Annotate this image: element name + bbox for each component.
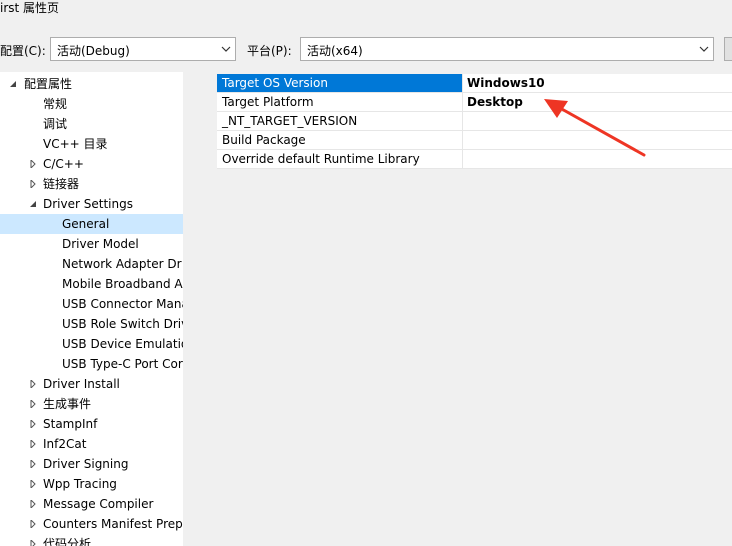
tree-item-label: 配置属性 bbox=[24, 77, 73, 91]
tree-item[interactable]: General bbox=[0, 214, 183, 234]
tree-item-label: USB Role Switch Driv bbox=[62, 317, 184, 331]
tree-item-label: Counters Manifest Prepr bbox=[43, 517, 184, 531]
property-value[interactable] bbox=[463, 150, 467, 168]
property-value[interactable]: Desktop bbox=[463, 93, 523, 111]
tree-item-label: Driver Install bbox=[43, 377, 120, 391]
configuration-combo[interactable]: 活动(Debug) bbox=[50, 37, 236, 61]
property-tree[interactable]: 配置属性常规调试 VC++ 目录 C/C++ 链接器 Driver Settings Ge… bbox=[0, 72, 184, 546]
tree-item[interactable]: 常规 bbox=[0, 94, 183, 114]
property-row[interactable]: Target Platform Desktop bbox=[217, 93, 732, 112]
tree-item-label: Mobile Broadband A bbox=[62, 277, 183, 291]
property-grid: Target OS Version Windows10 Target Platfor… bbox=[197, 74, 732, 546]
tree-item[interactable]: Wpp Tracing bbox=[0, 474, 183, 494]
collapsed-arrow-icon[interactable] bbox=[29, 520, 37, 528]
tree-item[interactable]: Network Adapter Dr bbox=[0, 254, 183, 274]
tree-item[interactable]: VC++ 目录 bbox=[0, 134, 183, 154]
tree-item[interactable]: Message Compiler bbox=[0, 494, 183, 514]
tree-item[interactable]: Driver Settings bbox=[0, 194, 183, 214]
tree-item[interactable]: 代码分析 bbox=[0, 534, 183, 546]
property-value[interactable] bbox=[463, 112, 467, 130]
tree-item[interactable]: 生成事件 bbox=[0, 394, 183, 414]
tree-item-label: 调试 bbox=[43, 117, 68, 131]
configuration-label: 配置(C): bbox=[0, 44, 46, 58]
expanded-arrow-icon[interactable] bbox=[9, 80, 17, 88]
tree-item[interactable]: Driver Model bbox=[0, 234, 183, 254]
expanded-arrow-icon[interactable] bbox=[29, 200, 37, 208]
tree-item-label: Network Adapter Dr bbox=[62, 257, 182, 271]
tree-item[interactable]: USB Type-C Port Cor bbox=[0, 354, 183, 374]
tree-item[interactable]: C/C++ bbox=[0, 154, 183, 174]
configuration-manager-button[interactable] bbox=[724, 37, 732, 61]
chevron-down-icon bbox=[699, 46, 709, 52]
property-row[interactable]: _NT_TARGET_VERSION bbox=[217, 112, 732, 131]
tree-item-label: Wpp Tracing bbox=[43, 477, 117, 491]
platform-label: 平台(P): bbox=[247, 44, 292, 58]
tree-item[interactable]: Inf2Cat bbox=[0, 434, 183, 454]
chevron-down-icon bbox=[221, 46, 231, 52]
platform-combo[interactable]: 活动(x64) bbox=[300, 37, 714, 61]
property-name: Target OS Version bbox=[217, 74, 463, 92]
platform-value: 活动(x64) bbox=[307, 44, 363, 58]
collapsed-arrow-icon[interactable] bbox=[29, 440, 37, 448]
collapsed-arrow-icon[interactable] bbox=[29, 180, 37, 188]
window-title: irst 属性页 bbox=[0, 1, 60, 15]
tree-item-label: Driver Signing bbox=[43, 457, 129, 471]
annotation-arrow-icon bbox=[544, 99, 646, 157]
tree-item-label: USB Type-C Port Cor bbox=[62, 357, 183, 371]
tree-item[interactable]: Counters Manifest Prepr bbox=[0, 514, 183, 534]
property-row[interactable]: Override default Runtime Library bbox=[217, 150, 732, 169]
configuration-value: 活动(Debug) bbox=[57, 44, 130, 58]
collapsed-arrow-icon[interactable] bbox=[29, 380, 37, 388]
tree-item[interactable]: 链接器 bbox=[0, 174, 183, 194]
tree-scrollbar[interactable] bbox=[183, 72, 196, 546]
tree-item-label: General bbox=[62, 217, 110, 231]
tree-item-label: 常规 bbox=[43, 97, 68, 111]
property-name: _NT_TARGET_VERSION bbox=[217, 112, 463, 130]
tree-item-label: Inf2Cat bbox=[43, 437, 87, 451]
property-value[interactable]: Windows10 bbox=[463, 74, 545, 92]
property-name: Target Platform bbox=[217, 93, 463, 111]
collapsed-arrow-icon[interactable] bbox=[29, 160, 37, 168]
tree-item-label: 生成事件 bbox=[43, 397, 92, 411]
tree-item-label: StampInf bbox=[43, 417, 98, 431]
property-row[interactable]: Build Package bbox=[217, 131, 732, 150]
tree-item[interactable]: StampInf bbox=[0, 414, 183, 434]
tree-item[interactable]: USB Role Switch Driv bbox=[0, 314, 183, 334]
tree-item-label: Driver Model bbox=[62, 237, 139, 251]
configuration-bar: 配置(C): 活动(Debug) 平台(P): 活动(x64) bbox=[0, 37, 732, 63]
collapsed-arrow-icon[interactable] bbox=[29, 400, 37, 408]
property-row[interactable]: Target OS Version Windows10 bbox=[217, 74, 732, 93]
tree-item-label: 链接器 bbox=[43, 177, 80, 191]
property-name: Override default Runtime Library bbox=[217, 150, 463, 168]
tree-item[interactable]: 配置属性 bbox=[0, 74, 183, 94]
grid-gutter bbox=[197, 74, 217, 170]
tree-item[interactable]: 调试 bbox=[0, 114, 183, 134]
tree-item[interactable]: Driver Install bbox=[0, 374, 183, 394]
tree-item[interactable]: USB Connector Mana bbox=[0, 294, 183, 314]
collapsed-arrow-icon[interactable] bbox=[29, 480, 37, 488]
collapsed-arrow-icon[interactable] bbox=[29, 500, 37, 508]
collapsed-arrow-icon[interactable] bbox=[29, 460, 37, 468]
tree-item-label: USB Device Emulatio bbox=[62, 337, 184, 351]
property-value[interactable] bbox=[463, 131, 467, 149]
tree-item-label: Message Compiler bbox=[43, 497, 154, 511]
tree-item-label: VC++ 目录 bbox=[43, 137, 108, 151]
collapsed-arrow-icon[interactable] bbox=[29, 420, 37, 428]
tree-item[interactable]: Mobile Broadband A bbox=[0, 274, 183, 294]
tree-item[interactable]: USB Device Emulatio bbox=[0, 334, 183, 354]
collapsed-arrow-icon[interactable] bbox=[29, 540, 37, 546]
tree-item[interactable]: Driver Signing bbox=[0, 454, 183, 474]
property-name: Build Package bbox=[217, 131, 463, 149]
tree-item-label: Driver Settings bbox=[43, 197, 133, 211]
tree-item-label: 代码分析 bbox=[43, 537, 92, 546]
tree-item-label: USB Connector Mana bbox=[62, 297, 184, 311]
tree-item-label: C/C++ bbox=[43, 157, 84, 171]
